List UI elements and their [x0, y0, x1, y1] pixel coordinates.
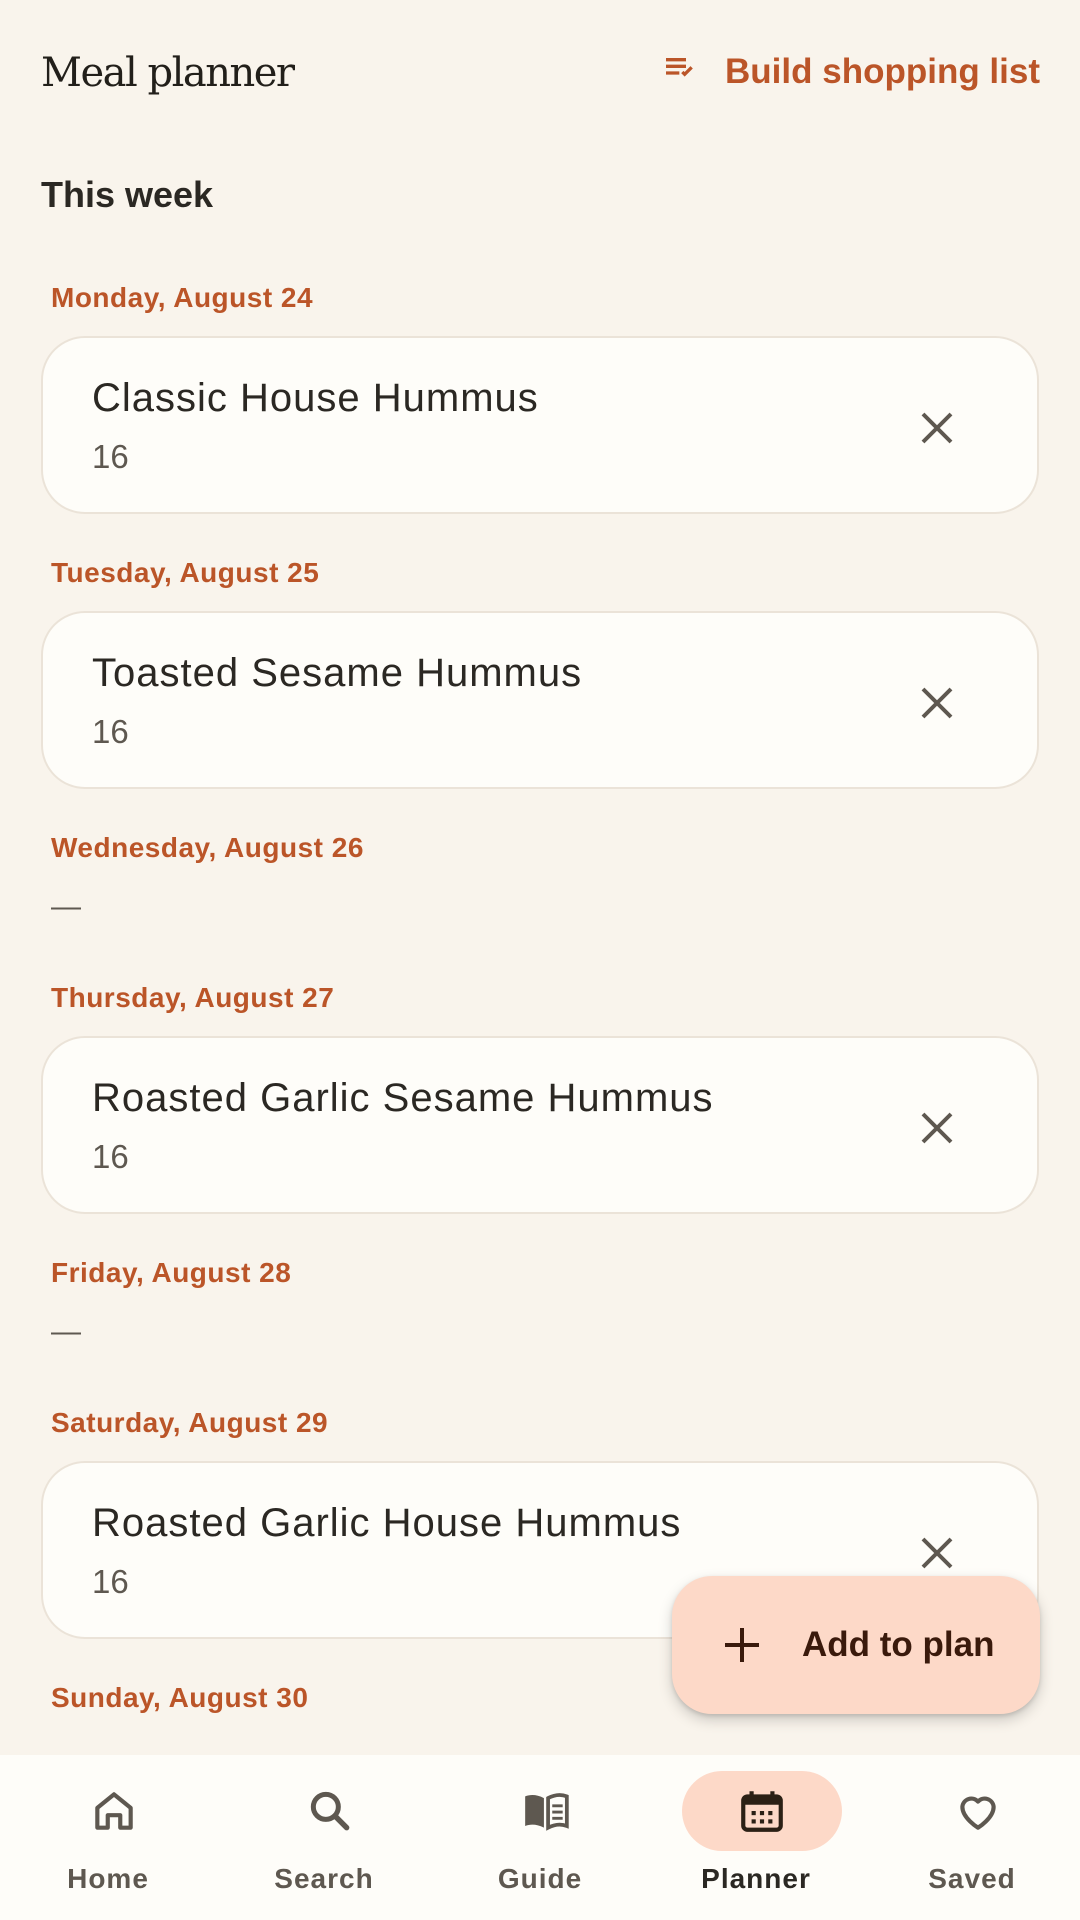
page-title: Meal planner — [41, 50, 295, 96]
meal-servings: 16 — [92, 1138, 129, 1175]
nav-item-saved[interactable]: Saved — [864, 1755, 1080, 1920]
build-shopping-list-label: Build shopping list — [725, 52, 1040, 91]
search-icon — [310, 1791, 350, 1831]
meal-card[interactable]: Toasted Sesame Hummus 16 — [41, 611, 1039, 789]
nav-pill — [250, 1771, 410, 1851]
day-label: Monday, August 24 — [51, 282, 314, 313]
day-label: Saturday, August 29 — [51, 1407, 329, 1438]
meal-name: Toasted Sesame Hummus — [92, 651, 583, 695]
meal-name: Classic House Hummus — [92, 376, 539, 420]
home-icon — [95, 1792, 133, 1830]
nav-item-search[interactable]: Search — [216, 1755, 432, 1920]
day-label: Tuesday, August 25 — [51, 557, 320, 588]
remove-meal-button[interactable] — [917, 408, 957, 448]
section-title: This week — [41, 174, 214, 215]
nav-pill — [898, 1771, 1058, 1851]
nav-item-guide[interactable]: Guide — [432, 1755, 648, 1920]
remove-meal-button[interactable] — [917, 683, 957, 723]
day-label: Friday, August 28 — [51, 1257, 292, 1288]
meal-name: Roasted Garlic House Hummus — [92, 1501, 682, 1545]
nav-label: Planner — [701, 1863, 811, 1894]
add-to-plan-button[interactable]: Add to plan — [672, 1576, 1040, 1714]
plus-icon — [725, 1628, 759, 1662]
meal-card[interactable]: Roasted Garlic Sesame Hummus 16 — [41, 1036, 1039, 1214]
close-icon — [921, 687, 953, 719]
nav-label: Saved — [928, 1863, 1016, 1894]
add-to-plan-label: Add to plan — [802, 1625, 995, 1664]
nav-label: Home — [67, 1863, 149, 1894]
nav-label: Guide — [497, 1863, 583, 1894]
nav-pill-active — [682, 1771, 842, 1851]
meal-servings: 16 — [92, 438, 129, 475]
heart-icon — [960, 1796, 996, 1830]
close-icon — [921, 412, 953, 444]
close-icon — [921, 1537, 953, 1569]
meal-card[interactable]: Classic House Hummus 16 — [41, 336, 1039, 514]
nav-pill — [466, 1771, 626, 1851]
bottom-navigation: Home Search Guide Planner Saved — [0, 1755, 1080, 1920]
meal-servings: 16 — [92, 1563, 129, 1600]
checklist-icon — [661, 48, 701, 97]
empty-day-placeholder: — — [51, 890, 81, 923]
day-label: Thursday, August 27 — [51, 982, 335, 1013]
close-icon — [921, 1112, 953, 1144]
nav-item-home[interactable]: Home — [0, 1755, 216, 1920]
remove-meal-button[interactable] — [917, 1533, 957, 1573]
nav-label: Search — [274, 1863, 374, 1894]
build-shopping-list-button[interactable]: Build shopping list — [661, 44, 1040, 100]
nav-item-planner[interactable]: Planner — [648, 1755, 864, 1920]
day-label: Sunday, August 30 — [51, 1682, 309, 1713]
book-icon — [525, 1793, 569, 1831]
top-app-bar: Meal planner Build shopping list — [0, 0, 1080, 150]
day-label: Wednesday, August 26 — [51, 832, 364, 863]
meal-servings: 16 — [92, 713, 129, 750]
remove-meal-button[interactable] — [917, 1108, 957, 1148]
calendar-icon — [741, 1791, 783, 1832]
empty-day-placeholder: — — [51, 1315, 81, 1348]
meal-name: Roasted Garlic Sesame Hummus — [92, 1076, 714, 1120]
nav-pill — [34, 1771, 194, 1851]
